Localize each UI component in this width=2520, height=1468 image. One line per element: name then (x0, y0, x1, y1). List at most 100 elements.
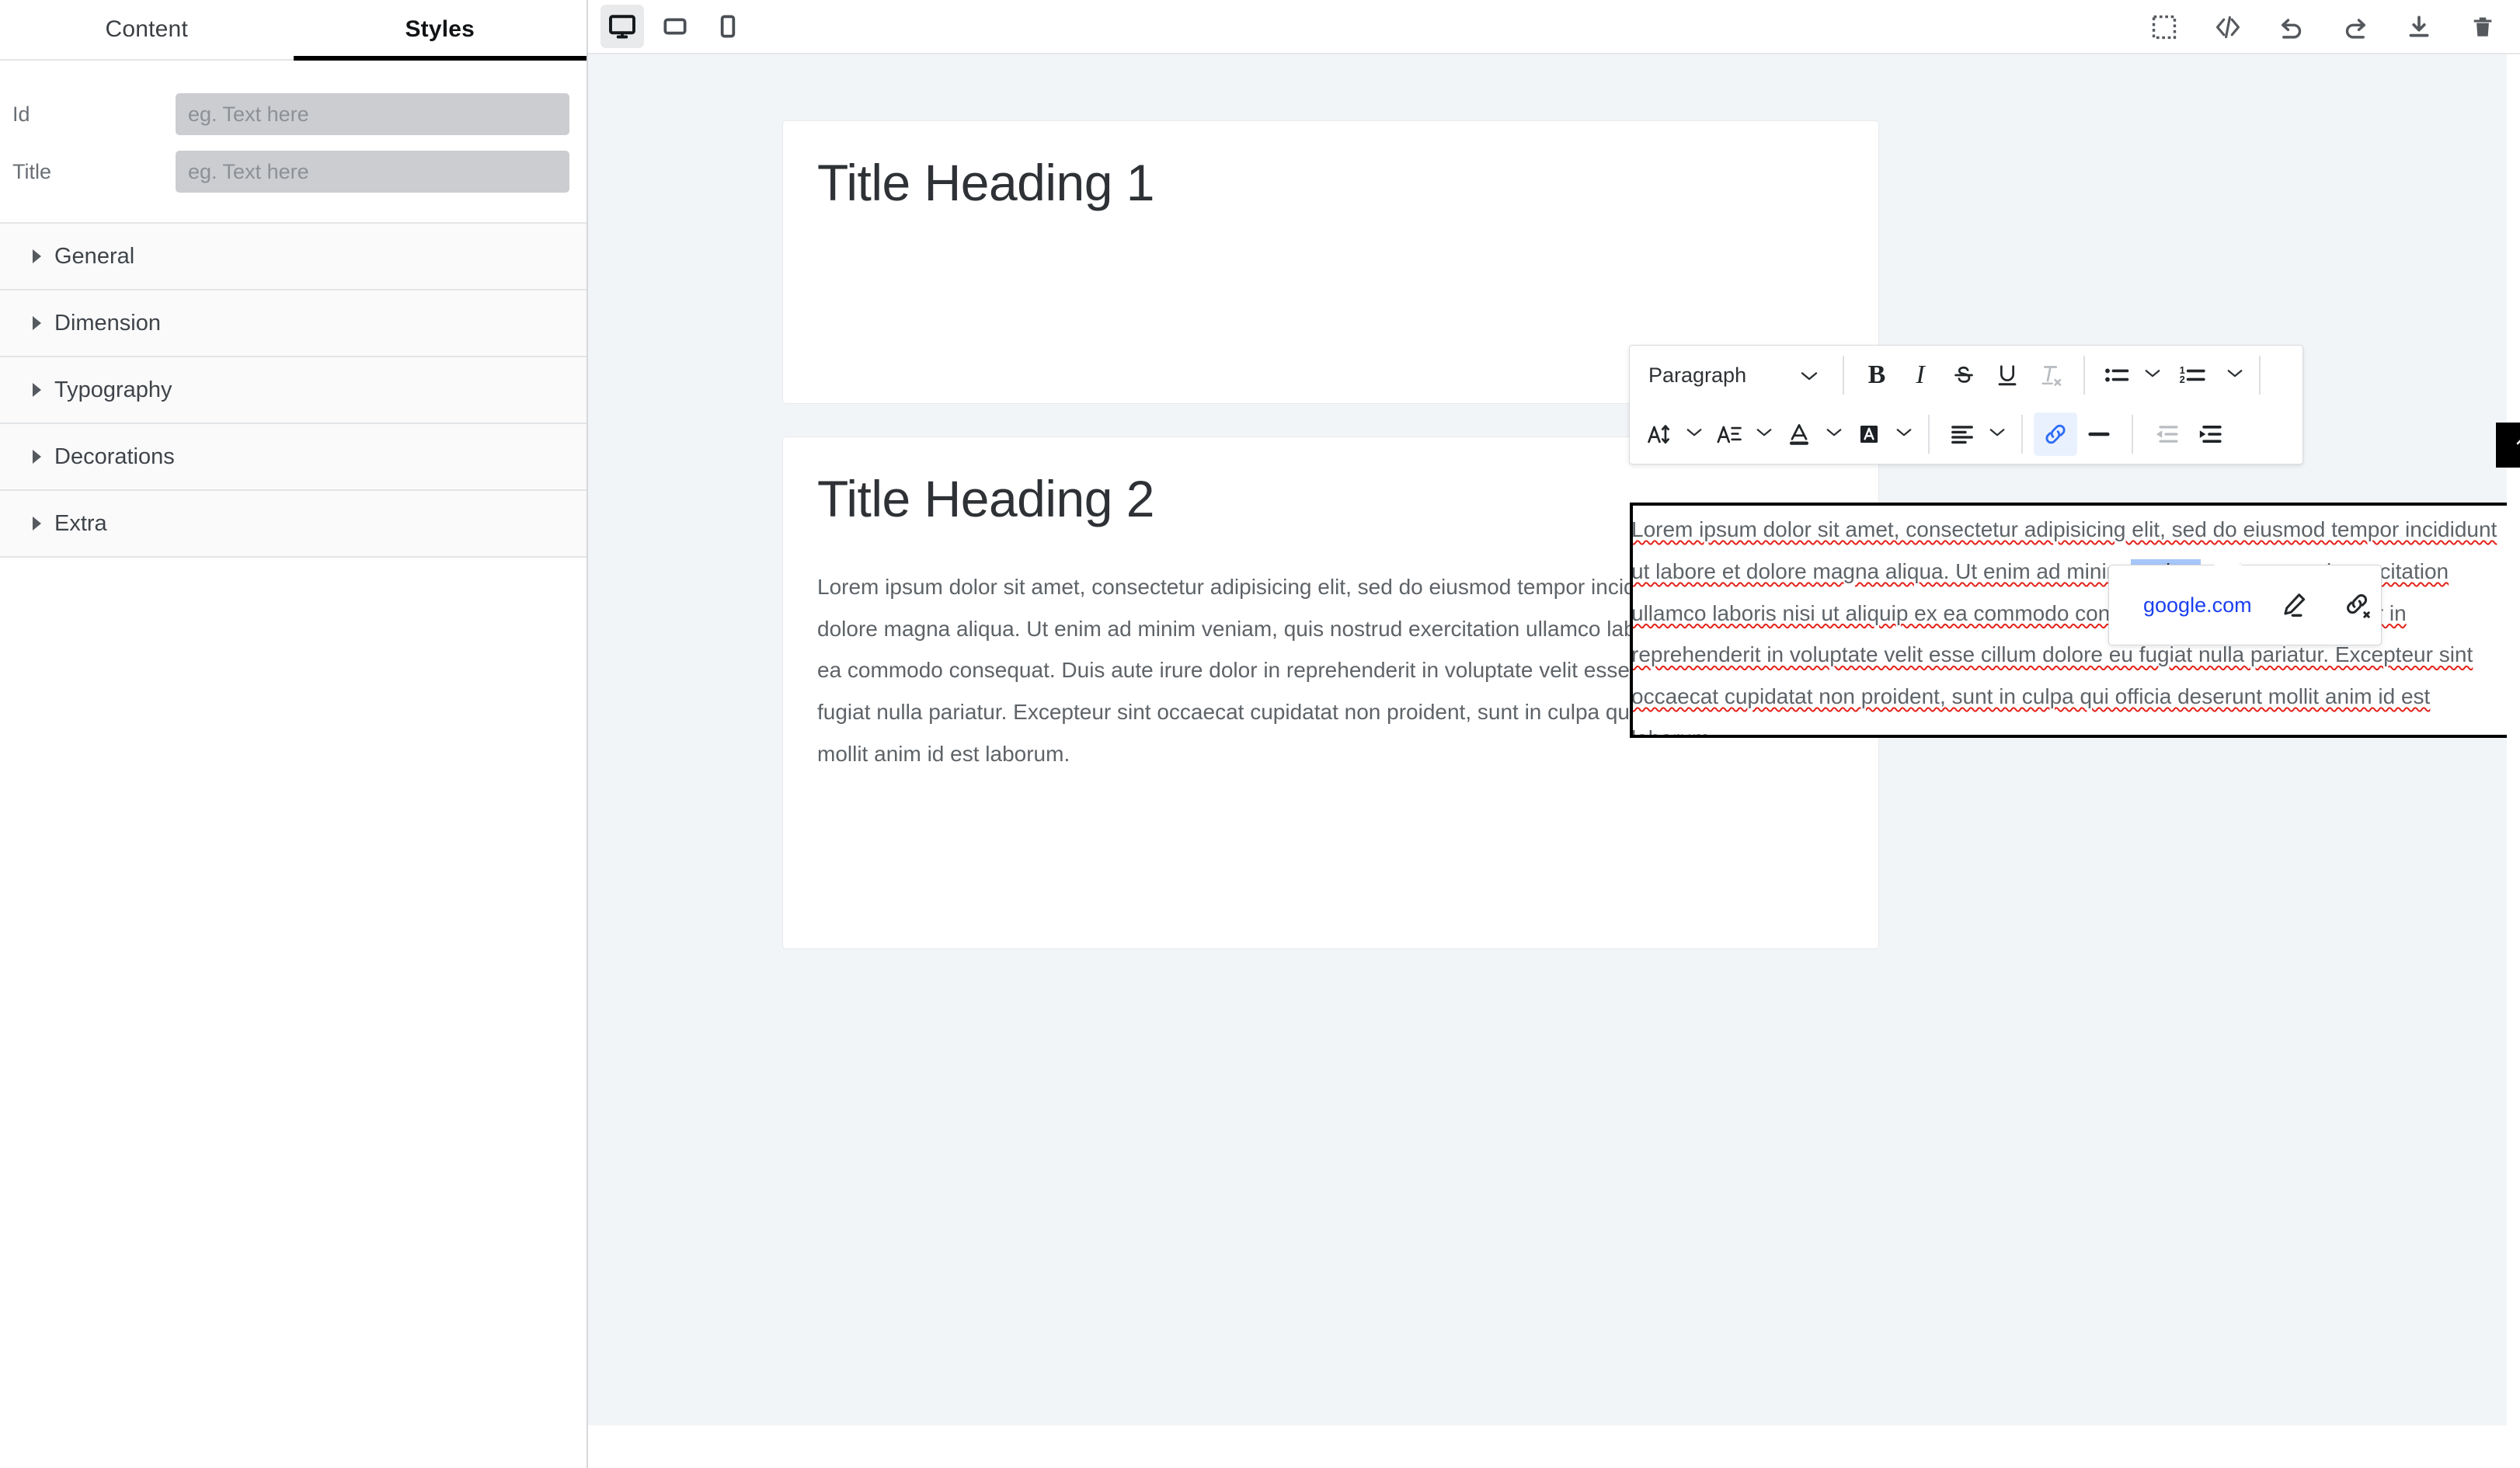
topbar-actions (2144, 0, 2503, 54)
chevron-down-icon (2226, 367, 2244, 383)
font-size-button[interactable] (1638, 412, 1681, 456)
font-size-caret[interactable] (1681, 412, 1707, 456)
bullet-list-button[interactable] (2096, 353, 2139, 397)
tab-content[interactable]: Content (0, 0, 294, 59)
line-height-caret[interactable] (1751, 412, 1777, 456)
chevron-down-icon (1895, 426, 1913, 442)
redo-button[interactable] (2335, 7, 2376, 47)
card-1-heading[interactable]: Title Heading 1 (817, 154, 1844, 213)
mobile-view-button[interactable] (706, 5, 750, 48)
line-height-button[interactable] (1707, 412, 1751, 456)
indent-button[interactable] (2188, 412, 2231, 456)
text-align-button[interactable] (1940, 412, 1984, 456)
line-height-group (1707, 412, 1777, 456)
toolbar-separator (2132, 415, 2133, 454)
accordion-section-dimension[interactable]: Dimension (0, 290, 586, 357)
font-color-caret[interactable] (1821, 412, 1847, 456)
chevron-right-icon (30, 315, 50, 332)
title-input[interactable] (176, 151, 569, 193)
chevron-down-icon (1799, 364, 1819, 388)
tab-content-label: Content (105, 16, 188, 42)
app-root: Content Styles Id Title General (0, 0, 2520, 1468)
undo-icon (2278, 13, 2306, 41)
chevron-down-icon (1755, 426, 1773, 442)
title-field-label: Title (12, 159, 52, 183)
sidebar-tabs: Content Styles (0, 0, 586, 61)
insert-link-button[interactable] (2034, 412, 2077, 456)
toolbar-separator (2259, 356, 2261, 395)
download-button[interactable] (2399, 7, 2439, 47)
strikethrough-button[interactable] (1942, 353, 1986, 397)
id-field-label: Id (12, 102, 30, 126)
chevron-right-icon (30, 381, 50, 398)
align-left-icon (1949, 421, 1975, 447)
dashed-square-icon (2151, 14, 2177, 40)
block-format-select[interactable]: Paragraph (1638, 354, 1832, 396)
rich-text-toolbar: Paragraph B I 1 2 (1629, 345, 2303, 464)
page-viewport[interactable]: Title Heading 1 Title Heading 2 Lorem ip… (588, 54, 2507, 1425)
arrow-up-icon (2511, 433, 2520, 457)
numbered-list-caret[interactable] (2222, 353, 2248, 397)
redo-icon (2341, 13, 2369, 41)
highlight-color-caret[interactable] (1891, 412, 1917, 456)
numbered-list-icon: 1 2 (2179, 362, 2208, 388)
chevron-down-icon (1825, 426, 1843, 442)
tab-styles[interactable]: Styles (293, 0, 586, 61)
toolbar-separator (1843, 356, 1844, 395)
link-url[interactable]: google.com (2143, 593, 2252, 617)
text-align-caret[interactable] (1984, 412, 2010, 456)
accordion-section-decorations[interactable]: Decorations (0, 424, 586, 491)
accordion-section-general[interactable]: General (0, 224, 586, 290)
canvas-bottom-strip (588, 1425, 2520, 1468)
unlink-icon (2343, 590, 2372, 620)
highlight-color-icon (1856, 421, 1882, 447)
settings-sidebar: Content Styles Id Title General (0, 0, 588, 1468)
pencil-icon (2279, 590, 2309, 620)
desktop-view-button[interactable] (600, 5, 644, 48)
tablet-view-button[interactable] (653, 5, 697, 48)
bold-icon: B (1867, 360, 1886, 389)
font-color-icon (1786, 421, 1812, 447)
indent-icon (2195, 421, 2223, 447)
select-borders-button[interactable] (2144, 7, 2184, 47)
accordion-section-extra[interactable]: Extra (0, 491, 586, 558)
undo-button[interactable] (2271, 7, 2312, 47)
line-height-icon (1716, 421, 1742, 447)
font-color-button[interactable] (1777, 412, 1821, 456)
italic-button[interactable]: I (1899, 353, 1942, 397)
chevron-down-icon (2143, 367, 2162, 383)
font-color-group (1777, 412, 1847, 456)
underline-button[interactable] (1986, 353, 2029, 397)
bold-button[interactable]: B (1855, 353, 1899, 397)
highlight-color-group (1847, 412, 1917, 456)
clear-canvas-button[interactable] (2463, 7, 2503, 47)
outdent-icon (2152, 421, 2180, 447)
horizontal-rule-icon (2086, 421, 2112, 447)
accordion-label-decorations: Decorations (54, 444, 175, 469)
id-input[interactable] (176, 93, 569, 135)
clear-format-button[interactable] (2029, 353, 2073, 397)
strikethrough-icon (1951, 362, 1977, 388)
toolbar-separator (2021, 415, 2023, 454)
monitor-icon (608, 12, 636, 40)
clear-format-icon (2038, 362, 2064, 388)
bullet-list-icon (2104, 362, 2132, 388)
outdent-button[interactable] (2144, 412, 2188, 456)
edit-link-button[interactable] (2272, 583, 2316, 627)
open-code-button[interactable] (2208, 7, 2248, 47)
rte-toolbar-row-2 (1630, 405, 2302, 464)
tab-styles-label: Styles (405, 16, 475, 42)
chevron-down-icon (1988, 426, 2007, 442)
paragraph-line-6: laborum. (1633, 726, 1716, 735)
unlink-button[interactable] (2336, 583, 2379, 627)
highlight-color-button[interactable] (1847, 412, 1891, 456)
bullet-list-caret[interactable] (2139, 353, 2166, 397)
select-parent-button[interactable] (2504, 426, 2520, 464)
numbered-list-button[interactable]: 1 2 (2166, 353, 2222, 397)
accordion-section-typography[interactable]: Typography (0, 357, 586, 424)
horizontal-rule-button[interactable] (2077, 412, 2121, 456)
underline-icon (1994, 362, 2021, 388)
tablet-icon (663, 14, 687, 39)
paragraph-line-5: occaecat cupidatat non proident, sunt in… (1631, 684, 2431, 708)
rte-toolbar-row-1: Paragraph B I 1 2 (1630, 346, 2302, 405)
